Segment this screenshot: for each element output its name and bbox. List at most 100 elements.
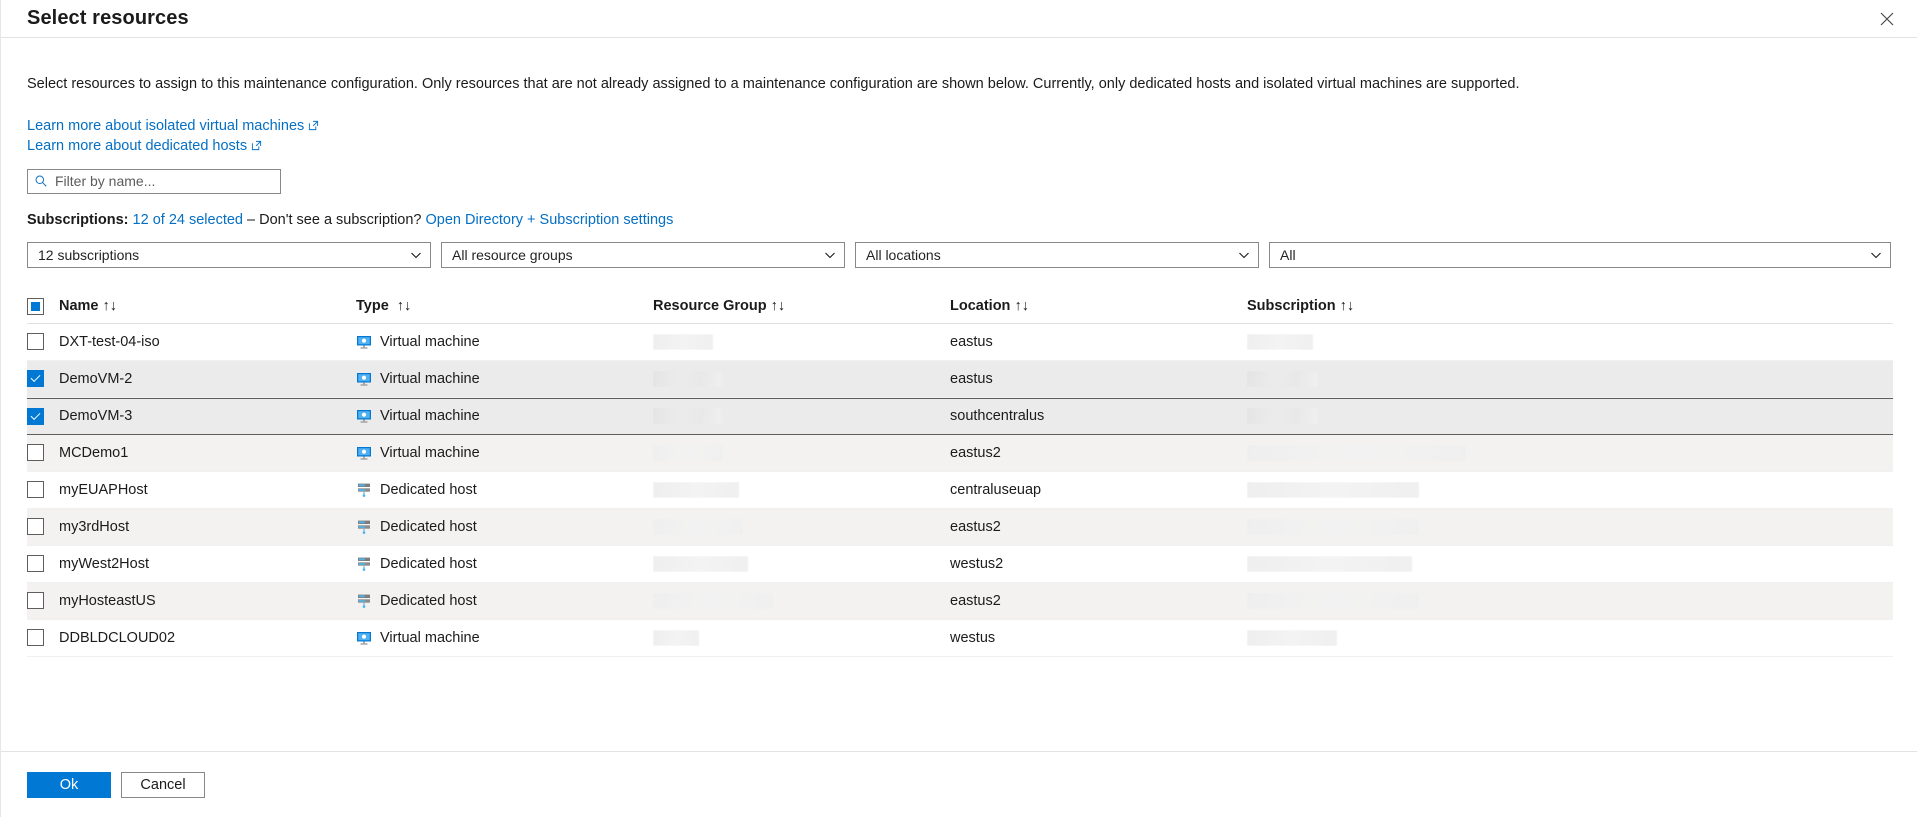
blade-description: Select resources to assign to this maint…: [27, 76, 1520, 92]
search-input-wrapper[interactable]: [27, 168, 281, 194]
sort-arrows-icon: ↑↓: [1014, 298, 1029, 315]
cell-type: Dedicated host: [356, 482, 653, 498]
learn-more-dedicated-hosts-link[interactable]: Learn more about dedicated hosts: [27, 138, 247, 154]
row-checkbox[interactable]: [27, 370, 44, 388]
table-row[interactable]: myEUAPHost Dedicated host centraluseuap: [27, 472, 1893, 509]
cell-resource-group: [653, 333, 950, 350]
row-checkbox[interactable]: [27, 481, 44, 499]
virtual-machine-icon: [357, 410, 371, 423]
column-header-subscription[interactable]: Subscription ↑↓: [1247, 298, 1893, 314]
external-link-icon: [308, 117, 319, 137]
cell-type-label: Dedicated host: [380, 592, 477, 609]
column-header-location[interactable]: Location ↑↓: [950, 298, 1247, 314]
cell-type-label: Dedicated host: [380, 481, 477, 498]
row-checkbox[interactable]: [27, 592, 44, 610]
cell-location: southcentralus: [950, 408, 1045, 425]
select-all-checkbox-cell: [27, 297, 59, 315]
cell-type: Dedicated host: [356, 556, 653, 572]
resource-group-filter-value: All resource groups: [452, 246, 573, 263]
subscription-filter-dropdown[interactable]: 12 subscriptions: [27, 241, 431, 268]
virtual-machine-icon: [357, 446, 371, 460]
row-checkbox[interactable]: [27, 555, 44, 573]
filter-dropdown-row: 12 subscriptions All resource groups All…: [27, 241, 1891, 268]
table-row[interactable]: DemoVM-2 Virtual machine eastus: [27, 360, 1893, 398]
row-checkbox[interactable]: [27, 518, 44, 536]
column-header-resource-group[interactable]: Resource Group ↑↓: [653, 298, 950, 314]
redacted-resource-group: [653, 444, 723, 461]
cell-location: eastus: [950, 333, 993, 350]
redacted-resource-group: [653, 629, 699, 646]
redacted-subscription: [1247, 444, 1466, 461]
blade-content: Select resources to assign to this maint…: [1, 38, 1917, 751]
row-checkbox[interactable]: [27, 444, 44, 462]
table-row[interactable]: myHosteastUS Dedicated host eastus2: [27, 582, 1893, 620]
cell-type-label: Virtual machine: [380, 444, 480, 461]
subscriptions-selected-link[interactable]: 12 of 24 selected: [133, 212, 243, 228]
subscriptions-label: Subscriptions:: [27, 211, 129, 228]
redacted-resource-group: [653, 518, 743, 535]
close-icon[interactable]: [1871, 3, 1903, 35]
cell-subscription: [1247, 592, 1893, 609]
page-title: Select resources: [27, 7, 189, 29]
help-links: Learn more about isolated virtual machin…: [27, 116, 1891, 156]
virtual-machine-icon: [357, 631, 371, 645]
subscription-filter-value: 12 subscriptions: [38, 246, 140, 263]
redacted-resource-group: [653, 592, 773, 609]
table-row[interactable]: DDBLDCLOUD02 Virtual machine westus: [27, 620, 1893, 657]
cell-subscription: [1247, 408, 1893, 425]
row-checkbox-cell: [27, 444, 59, 462]
learn-more-isolated-vms-link[interactable]: Learn more about isolated virtual machin…: [27, 118, 304, 134]
cell-resource-group: [653, 444, 950, 461]
row-checkbox-cell: [27, 518, 59, 536]
cell-type: Virtual machine: [356, 630, 653, 646]
redacted-subscription: [1247, 518, 1419, 535]
cell-subscription: [1247, 444, 1893, 461]
cell-location: eastus2: [950, 444, 1001, 461]
blade-footer: Ok Cancel: [1, 751, 1917, 817]
cell-resource-group: [653, 592, 950, 609]
cell-type: Virtual machine: [356, 371, 653, 387]
table-row[interactable]: DemoVM-3 Virtual machine southcentralus: [27, 397, 1893, 435]
column-header-name[interactable]: Name ↑↓: [59, 298, 356, 314]
cancel-button[interactable]: Cancel: [121, 771, 205, 798]
cell-subscription: [1247, 629, 1893, 646]
redacted-subscription: [1247, 555, 1412, 572]
cell-subscription: [1247, 333, 1893, 350]
row-checkbox[interactable]: [27, 407, 44, 425]
column-header-type[interactable]: Type ↑↓: [356, 298, 653, 314]
location-filter-value: All locations: [866, 246, 941, 263]
table-row[interactable]: myWest2Host Dedicated host westus2: [27, 546, 1893, 583]
cell-type-label: Virtual machine: [380, 333, 480, 350]
subscriptions-line: Subscriptions: 12 of 24 selected – Don't…: [27, 212, 1891, 228]
column-header-resource-group-label: Resource Group: [653, 298, 767, 315]
subscriptions-separator-text: – Don't see a subscription?: [247, 211, 422, 228]
type-filter-dropdown[interactable]: All: [1269, 241, 1891, 268]
chevron-down-icon: [825, 252, 835, 258]
table-row[interactable]: MCDemo1 Virtual machine eastus2: [27, 434, 1893, 472]
table-body: DXT-test-04-iso Virtual machine eastus Demo…: [27, 324, 1893, 657]
select-all-checkbox[interactable]: [27, 297, 44, 315]
row-checkbox-cell: [27, 333, 59, 351]
row-checkbox-cell: [27, 481, 59, 499]
row-checkbox[interactable]: [27, 629, 44, 647]
redacted-subscription: [1247, 481, 1419, 498]
link-row-isolated-vm: Learn more about isolated virtual machin…: [27, 116, 1891, 136]
directory-subscription-settings-link[interactable]: Open Directory + Subscription settings: [426, 212, 674, 228]
cell-type: Dedicated host: [356, 593, 653, 609]
cell-type: Virtual machine: [356, 445, 653, 461]
search-input[interactable]: [48, 173, 274, 190]
table-row[interactable]: my3rdHost Dedicated host eastus2: [27, 508, 1893, 546]
table-row[interactable]: DXT-test-04-iso Virtual machine eastus: [27, 324, 1893, 361]
column-header-type-label: Type: [356, 298, 389, 315]
row-checkbox-cell: [27, 555, 59, 573]
resource-group-filter-dropdown[interactable]: All resource groups: [441, 241, 845, 268]
ok-button[interactable]: Ok: [27, 771, 111, 798]
cell-name: myWest2Host: [59, 555, 149, 572]
cell-type: Virtual machine: [356, 334, 653, 350]
external-link-icon: [251, 137, 262, 157]
row-checkbox[interactable]: [27, 333, 44, 351]
cell-location: eastus2: [950, 518, 1001, 535]
cell-resource-group: [653, 408, 950, 425]
sort-arrows-icon: ↑↓: [1339, 298, 1355, 315]
location-filter-dropdown[interactable]: All locations: [855, 241, 1259, 268]
